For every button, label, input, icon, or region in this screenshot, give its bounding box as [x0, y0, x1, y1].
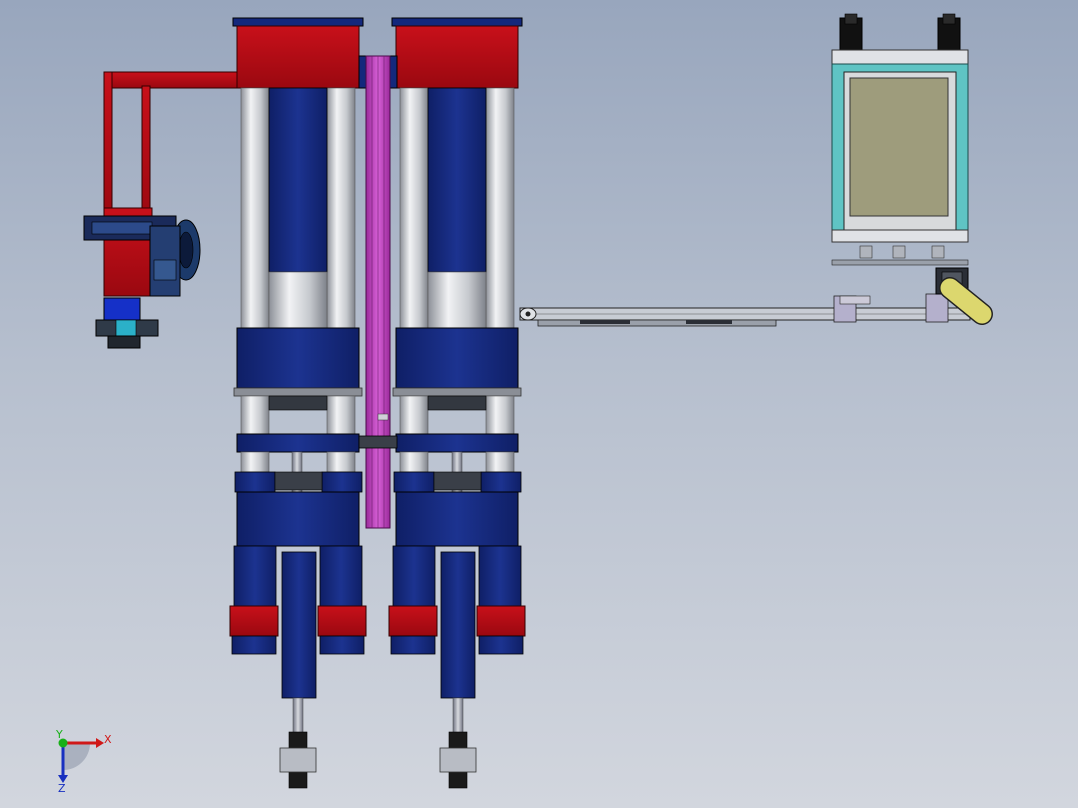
x-axis-label: X [104, 733, 112, 746]
assembly-model[interactable]: X Y Z [0, 0, 1078, 808]
right-hydraulic-cylinder[interactable] [388, 87, 526, 789]
conveyor-rail[interactable] [519, 293, 971, 327]
y-axis-label: Y [55, 728, 63, 741]
cad-viewport[interactable]: X Y Z [0, 0, 1078, 808]
left-hydraulic-cylinder[interactable] [229, 87, 367, 789]
control-cabinet[interactable] [831, 13, 969, 266]
axis-triad [58, 738, 104, 783]
z-axis-label: Z [58, 782, 66, 795]
central-belt[interactable] [358, 55, 398, 529]
valve-block[interactable] [95, 297, 159, 349]
